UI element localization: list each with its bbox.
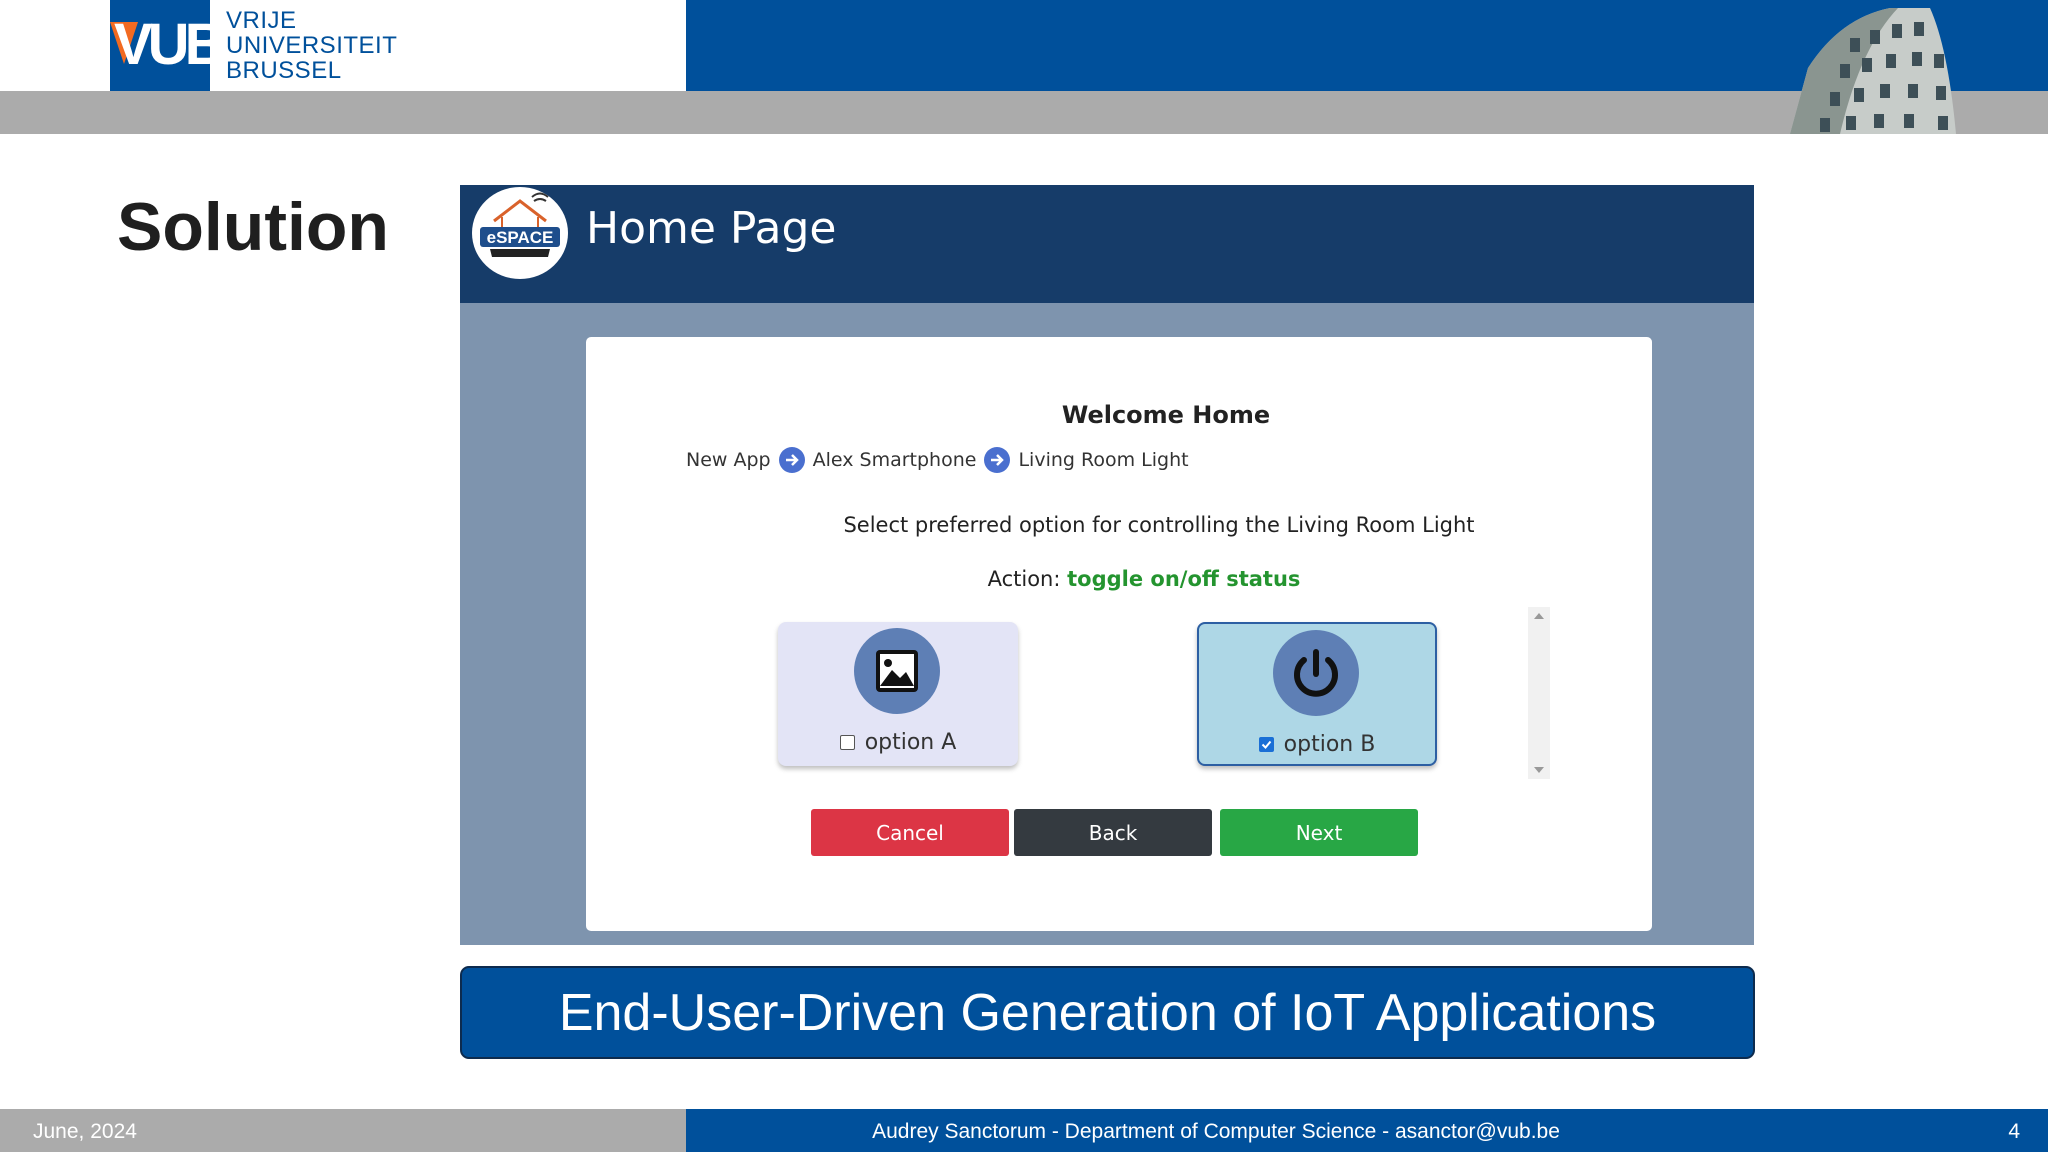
header-gray-band: [0, 91, 2048, 134]
option-b-card[interactable]: option B: [1197, 622, 1437, 766]
arrow-right-icon: [984, 447, 1011, 473]
power-icon: [1273, 630, 1359, 716]
breadcrumb: New App Alex Smartphone Living Room Ligh…: [686, 447, 1189, 473]
option-a-label: option A: [864, 730, 957, 755]
action-label: Action:: [987, 567, 1061, 591]
image-icon: [854, 628, 940, 714]
scroll-up-icon[interactable]: [1534, 613, 1544, 619]
building-image: [1790, 8, 1956, 134]
arrow-right-icon: [778, 447, 805, 473]
welcome-card: Welcome Home New App Alex Smartphone Liv…: [586, 337, 1652, 931]
app-topbar: eSPACE Home Page: [460, 185, 1754, 303]
university-name-line-2: UNIVERSITEIT: [226, 32, 398, 59]
espace-logo: eSPACE: [472, 187, 568, 279]
scroll-down-icon[interactable]: [1534, 767, 1544, 773]
espace-logo-text: eSPACE: [487, 228, 554, 247]
action-line: Action: toggle on/off status: [586, 567, 1652, 591]
option-b-checkbox[interactable]: [1258, 737, 1274, 752]
action-value: toggle on/off status: [1067, 567, 1301, 591]
option-a-label-row: option A: [778, 730, 1018, 755]
option-a-checkbox[interactable]: [839, 735, 855, 750]
slide-title: Solution: [117, 189, 389, 265]
options-scrollbar[interactable]: [1528, 607, 1550, 779]
next-button[interactable]: Next: [1220, 809, 1418, 856]
cancel-button[interactable]: Cancel: [811, 809, 1009, 856]
breadcrumb-item-living-room-light[interactable]: Living Room Light: [1018, 449, 1188, 471]
app-screenshot: eSPACE Home Page Welcome Home New App Al…: [460, 185, 1754, 945]
app-title: Home Page: [586, 203, 837, 254]
option-b-label: option B: [1283, 732, 1376, 757]
instruction-text: Select preferred option for controlling …: [843, 513, 1475, 537]
welcome-heading: Welcome Home: [1061, 401, 1271, 429]
option-b-label-row: option B: [1199, 732, 1435, 757]
vub-logo: VUB: [110, 0, 210, 91]
university-name-line-3: BRUSSEL: [226, 57, 342, 84]
breadcrumb-item-new-app[interactable]: New App: [686, 449, 771, 471]
back-button[interactable]: Back: [1014, 809, 1212, 856]
footer-date: June, 2024: [33, 1120, 137, 1143]
page-number: 4: [2008, 1120, 2020, 1143]
breadcrumb-item-alex-smartphone[interactable]: Alex Smartphone: [813, 449, 977, 471]
university-name-line-1: VRIJE: [226, 7, 297, 34]
option-a-card[interactable]: option A: [778, 622, 1018, 766]
vub-logo-text: VUB: [114, 12, 210, 77]
caption-banner: End-User-Driven Generation of IoT Applic…: [460, 966, 1755, 1059]
footer-author: Audrey Sanctorum - Department of Compute…: [872, 1120, 1560, 1143]
university-name: VRIJE UNIVERSITEIT BRUSSEL: [226, 8, 397, 83]
